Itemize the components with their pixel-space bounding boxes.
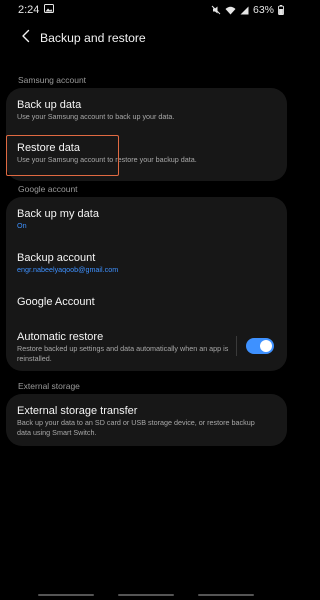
- nav-back-hint[interactable]: [198, 594, 254, 596]
- section-label-google-account: Google account: [18, 184, 78, 194]
- backup-account-item[interactable]: Backup account engr.nabeelyaqoob@gmail.c…: [6, 239, 287, 283]
- nav-recents-hint[interactable]: [38, 594, 94, 596]
- status-left: 2:24: [18, 4, 55, 16]
- image-icon: [44, 4, 55, 16]
- back-up-my-data-item[interactable]: Back up my data On: [6, 197, 287, 239]
- mute-icon: [211, 5, 221, 15]
- toggle-knob: [260, 340, 272, 352]
- app-header: Backup and restore: [0, 26, 292, 50]
- back-up-my-data-status: On: [17, 221, 27, 230]
- battery-percent: 63%: [252, 4, 274, 16]
- external-storage-transfer-subtitle-line2: data using Smart Switch.: [17, 428, 97, 437]
- status-right: 63%: [211, 4, 284, 16]
- signal-icon: [240, 6, 249, 15]
- external-storage-transfer-title: External storage transfer: [17, 405, 138, 417]
- google-account-card: Back up my data On Backup account engr.n…: [6, 197, 287, 371]
- google-account-item[interactable]: Google Account: [6, 283, 287, 323]
- restore-data-item[interactable]: Restore data Use your Samsung account to…: [6, 132, 287, 181]
- automatic-restore-subtitle-line2: reinstalled.: [17, 354, 52, 363]
- external-storage-card: External storage transfer Back up your d…: [6, 394, 287, 446]
- restore-data-title: Restore data: [17, 142, 80, 154]
- section-label-external-storage: External storage: [18, 381, 80, 391]
- chevron-left-icon: [21, 29, 31, 48]
- toggle-divider: [236, 336, 237, 356]
- automatic-restore-item[interactable]: Automatic restore Restore backed up sett…: [6, 323, 287, 371]
- back-button[interactable]: [10, 26, 42, 50]
- google-account-title: Google Account: [17, 296, 95, 308]
- nav-home-hint[interactable]: [118, 594, 174, 596]
- automatic-restore-toggle[interactable]: [246, 338, 274, 354]
- page-title: Backup and restore: [40, 31, 146, 45]
- automatic-restore-title: Automatic restore: [17, 331, 104, 343]
- back-up-my-data-title: Back up my data: [17, 208, 99, 220]
- back-up-data-subtitle: Use your Samsung account to back up your…: [17, 112, 175, 121]
- samsung-account-card: Back up data Use your Samsung account to…: [6, 88, 287, 181]
- section-label-samsung-account: Samsung account: [18, 75, 87, 85]
- restore-data-subtitle: Use your Samsung account to restore your…: [17, 155, 197, 164]
- back-up-data-title: Back up data: [17, 99, 82, 111]
- automatic-restore-subtitle-line1: Restore backed up settings and data auto…: [17, 344, 229, 353]
- external-storage-transfer-item[interactable]: External storage transfer Back up your d…: [6, 394, 287, 446]
- backup-account-email: engr.nabeelyaqoob@gmail.com: [17, 265, 119, 274]
- status-time: 2:24: [18, 4, 40, 16]
- back-up-data-item[interactable]: Back up data Use your Samsung account to…: [6, 88, 287, 132]
- external-storage-transfer-subtitle-line1: Back up your data to an SD card or USB s…: [17, 418, 255, 427]
- battery-icon: [278, 5, 284, 15]
- backup-account-title: Backup account: [17, 252, 96, 264]
- wifi-icon: [225, 6, 236, 15]
- status-bar: 2:24 63%: [0, 0, 292, 20]
